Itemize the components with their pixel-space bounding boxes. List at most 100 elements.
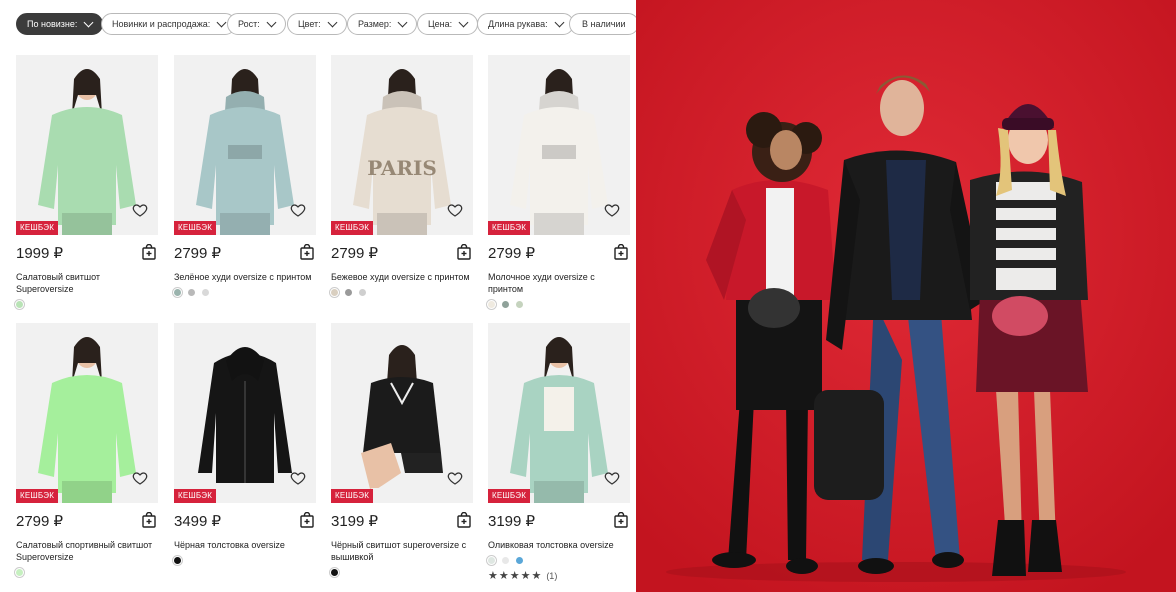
cashback-badge: КЕШБЭК (16, 221, 59, 235)
product-image[interactable]: КЕШБЭК (174, 55, 316, 235)
color-swatch[interactable] (516, 556, 523, 564)
heart-icon[interactable] (604, 202, 620, 218)
color-swatch[interactable] (486, 298, 497, 310)
product-title[interactable]: Салатовый свитшот Superoversize (16, 271, 158, 295)
product-image[interactable]: КЕШБЭК (488, 55, 630, 235)
product-title[interactable]: Салатовый спортивный свитшот Superoversi… (16, 539, 158, 563)
price-row: 3199 ₽ (488, 509, 630, 533)
color-swatch[interactable] (202, 288, 209, 296)
product-image[interactable]: КЕШБЭК (488, 323, 630, 503)
shopping-bag-icon[interactable] (614, 243, 628, 260)
product-price: 2799 ₽ (488, 245, 536, 262)
product-title[interactable]: Зелёное худи oversize с принтом (174, 271, 316, 283)
filter-sleeve-length[interactable]: Длина рукава: (477, 13, 574, 35)
cashback-badge: КЕШБЭК (174, 489, 217, 503)
color-swatch[interactable] (14, 566, 25, 578)
heart-icon[interactable] (290, 202, 306, 218)
color-swatch[interactable] (345, 288, 352, 296)
color-swatch[interactable] (329, 286, 340, 298)
color-swatch[interactable] (359, 288, 366, 296)
cashback-badge: КЕШБЭК (488, 221, 531, 235)
chevron-down-icon (397, 17, 408, 28)
product-title[interactable]: Чёрная толстовка oversize (174, 539, 316, 551)
review-count: (1) (546, 570, 558, 581)
shopping-bag-icon[interactable] (457, 511, 471, 528)
cashback-badge: КЕШБЭК (16, 489, 59, 503)
shopping-bag-icon[interactable] (142, 243, 156, 260)
price-row: 3199 ₽ (331, 509, 473, 533)
product-price: 1999 ₽ (16, 245, 64, 262)
product-card[interactable]: PARIS КЕШБЭК 2799 ₽ Бежевое худи oversize с… (329, 55, 473, 298)
filter-label: По новизне: (27, 19, 78, 29)
product-title[interactable]: Оливковая толстовка oversize (488, 539, 630, 551)
color-swatch[interactable] (329, 566, 340, 578)
filter-label: В наличии (582, 19, 626, 29)
product-image[interactable]: КЕШБЭК (174, 323, 316, 503)
shopping-bag-icon[interactable] (300, 243, 314, 260)
product-price: 3199 ₽ (331, 513, 379, 530)
heart-icon[interactable] (132, 202, 148, 218)
price-row: 1999 ₽ (16, 241, 158, 265)
sort-newest-dropdown[interactable]: По новизне: (16, 13, 104, 35)
color-swatch[interactable] (188, 288, 195, 296)
cashback-badge: КЕШБЭК (331, 489, 374, 503)
product-card[interactable]: КЕШБЭК 3499 ₽ Чёрная толстовка oversize (172, 323, 316, 566)
filter-new-and-sale[interactable]: Новинки и распродажа: (101, 13, 237, 35)
product-image[interactable]: КЕШБЭК (331, 323, 473, 503)
shopping-bag-icon[interactable] (614, 511, 628, 528)
color-swatch[interactable] (516, 300, 523, 308)
price-row: 3499 ₽ (174, 509, 316, 533)
color-swatch[interactable] (502, 556, 509, 564)
heart-icon[interactable] (290, 470, 306, 486)
color-swatches (329, 566, 473, 578)
star-icon: ★★★★★ (488, 570, 543, 582)
product-price: 3499 ₽ (174, 513, 222, 530)
product-card[interactable]: КЕШБЭК 2799 ₽ Зелёное худи oversize с прин… (172, 55, 316, 298)
heart-icon[interactable] (132, 470, 148, 486)
color-swatches (486, 554, 630, 566)
heart-icon[interactable] (604, 470, 620, 486)
product-price: 2799 ₽ (16, 513, 64, 530)
chevron-down-icon (83, 17, 94, 28)
filter-in-stock[interactable]: В наличии (569, 13, 639, 35)
product-title[interactable]: Молочное худи oversize с принтом (488, 271, 630, 295)
heart-icon[interactable] (447, 470, 463, 486)
filter-label: Длина рукава: (488, 19, 548, 29)
product-image[interactable]: КЕШБЭК (16, 323, 158, 503)
color-swatches (172, 286, 316, 298)
product-image[interactable]: PARIS КЕШБЭК (331, 55, 473, 235)
chevron-down-icon (266, 17, 277, 28)
color-swatch[interactable] (14, 298, 25, 310)
heart-icon[interactable] (447, 202, 463, 218)
price-row: 2799 ₽ (16, 509, 158, 533)
price-row: 2799 ₽ (488, 241, 630, 265)
product-card[interactable]: КЕШБЭК 2799 ₽ Салатовый спортивный свитшот… (14, 323, 158, 578)
shopping-bag-icon[interactable] (300, 511, 314, 528)
product-card[interactable]: КЕШБЭК 2799 ₽ Молочное худи oversize с при… (486, 55, 630, 310)
filter-color[interactable]: Цвет: (287, 13, 347, 35)
filter-label: Новинки и распродажа: (112, 19, 211, 29)
color-swatch[interactable] (502, 300, 509, 308)
shopping-bag-icon[interactable] (457, 243, 471, 260)
color-swatch[interactable] (486, 554, 497, 566)
shopping-bag-icon[interactable] (142, 511, 156, 528)
product-card[interactable]: КЕШБЭК 3199 ₽ Чёрный свитшот superoversize… (329, 323, 473, 578)
color-swatch[interactable] (172, 554, 183, 566)
filter-size[interactable]: Размер: (347, 13, 418, 35)
product-title[interactable]: Чёрный свитшот superoversize с вышивкой (331, 539, 473, 563)
color-swatch[interactable] (172, 286, 183, 298)
color-swatches (172, 554, 316, 566)
product-card[interactable]: КЕШБЭК 3199 ₽ Оливковая толстовка oversize… (486, 323, 630, 582)
chevron-down-icon (327, 17, 338, 28)
color-swatches (486, 298, 630, 310)
product-title[interactable]: Бежевое худи oversize с принтом (331, 271, 473, 283)
promo-banner[interactable] (636, 0, 1176, 592)
product-image[interactable]: КЕШБЭК (16, 55, 158, 235)
svg-text:PARIS: PARIS (367, 156, 437, 180)
filter-height[interactable]: Рост: (227, 13, 286, 35)
cashback-badge: КЕШБЭК (488, 489, 531, 503)
product-card[interactable]: КЕШБЭК 1999 ₽ Салатовый свитшот Superovers… (14, 55, 158, 310)
product-price: 2799 ₽ (331, 245, 379, 262)
filter-label: Цена: (428, 19, 453, 29)
filter-price[interactable]: Цена: (417, 13, 479, 35)
